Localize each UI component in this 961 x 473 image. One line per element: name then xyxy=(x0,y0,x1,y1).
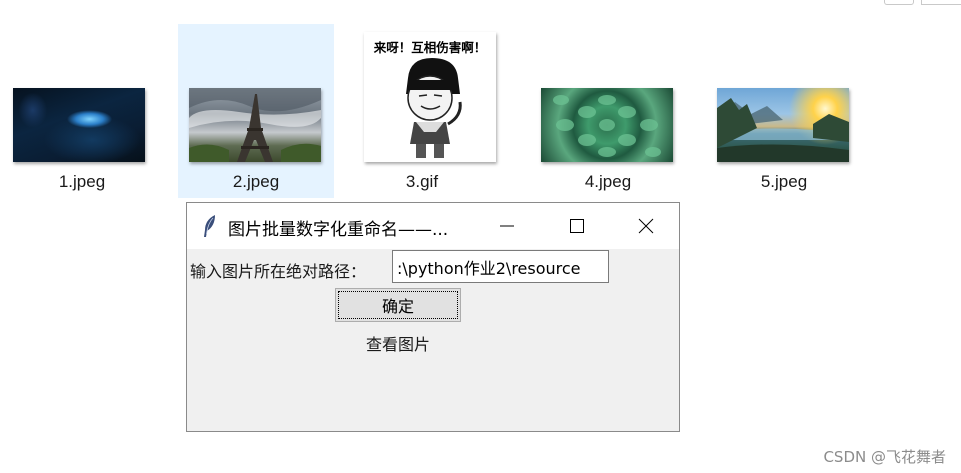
file-thumbnail: 来呀！互相伤害啊！ xyxy=(364,32,496,162)
green-leaves-image xyxy=(553,95,661,157)
landscape-image xyxy=(717,98,849,162)
watermark: CSDN @飞花舞者 xyxy=(823,448,946,466)
file-item-5[interactable]: 5.jpeg xyxy=(706,24,862,198)
minimize-button[interactable] xyxy=(472,203,542,249)
eiffel-tower-image xyxy=(189,88,321,162)
minimize-icon xyxy=(500,225,514,227)
file-item-4[interactable]: 4.jpeg xyxy=(530,24,686,198)
file-thumbnail xyxy=(541,88,673,162)
dialog-title: 图片批量数字化重命名——... xyxy=(228,220,449,240)
file-name: 3.gif xyxy=(405,172,439,191)
maximize-icon xyxy=(570,219,584,233)
confirm-button-label: 确定 xyxy=(338,291,458,319)
file-item-3[interactable]: 来呀！互相伤害啊！ 3.gif xyxy=(344,24,500,198)
file-thumbnail xyxy=(717,88,849,162)
window-edge-fragment xyxy=(921,0,961,5)
path-input[interactable] xyxy=(392,250,609,283)
close-icon xyxy=(638,218,654,234)
view-images-text: 查看图片 xyxy=(365,335,430,354)
file-name: 1.jpeg xyxy=(58,172,106,191)
file-item-2[interactable]: 2.jpeg xyxy=(178,24,334,198)
file-name: 2.jpeg xyxy=(232,172,280,191)
path-label: 输入图片所在绝对路径： xyxy=(190,262,367,281)
file-name: 5.jpeg xyxy=(760,172,808,191)
window-edge-fragment xyxy=(884,0,914,5)
feather-icon xyxy=(204,215,215,237)
file-item-1[interactable]: 1.jpeg xyxy=(4,24,160,198)
desktop-screenshot: 1.jpeg 2.jpeg 来呀！互相伤害啊！ 3.gif 4.jpeg 5.j… xyxy=(0,0,961,473)
dialog-titlebar[interactable]: 图片批量数字化重命名——... xyxy=(187,203,679,249)
view-images-label: 查看图片 xyxy=(187,331,609,355)
meme-face-image xyxy=(406,58,462,158)
file-name: 4.jpeg xyxy=(584,172,632,191)
maximize-button[interactable] xyxy=(542,203,612,249)
rename-dialog: 图片批量数字化重命名——... 输入图片所在绝对路径： 确定 xyxy=(186,202,680,432)
close-button[interactable] xyxy=(611,203,681,249)
confirm-button[interactable]: 确定 xyxy=(335,288,461,322)
file-thumbnail xyxy=(189,88,321,162)
file-thumbnail xyxy=(13,88,145,162)
